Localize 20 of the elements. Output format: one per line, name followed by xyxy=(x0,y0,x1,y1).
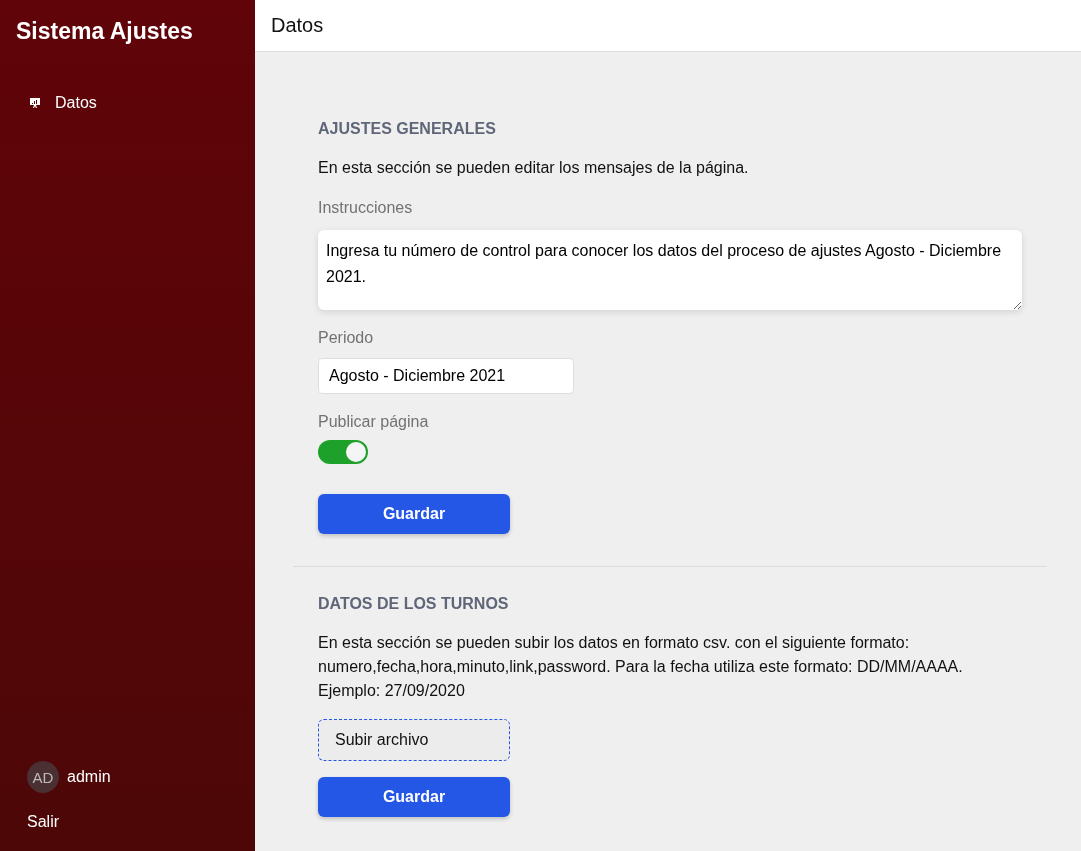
logout-link[interactable]: Salir xyxy=(0,813,255,831)
field-label: Periodo xyxy=(318,328,374,348)
section-description: En esta sección se pueden editar los mensajes de la página. xyxy=(318,158,749,178)
publish-toggle[interactable] xyxy=(318,440,368,464)
field-label: Publicar página xyxy=(318,412,429,432)
upload-button[interactable]: Subir archivo xyxy=(318,719,510,761)
period-field[interactable]: Agosto - Diciembre 2021 xyxy=(318,358,574,394)
section-description: En esta sección se pueden subir los datos en formato csv. con el siguiente formato: numero,fecha,hora,minuto,link,password. Para la fecha utiliza este formato: DD/MM/AAAA. Ejemplo: 27/09/2020 xyxy=(318,633,964,701)
user-name: admin xyxy=(67,768,111,786)
user-avatar: AD xyxy=(27,761,59,793)
app-title: Sistema Ajustes xyxy=(15,17,194,46)
section-heading: DATOS DE LOS TURNOS xyxy=(318,594,509,614)
presentation-icon xyxy=(29,97,41,109)
instructions-field[interactable]: Ingresa tu número de control para conocer los datos del proceso de ajustes Agosto - Diciembre 2021. xyxy=(318,230,1022,310)
save-button[interactable]: Guardar xyxy=(318,777,510,817)
page-title: Datos xyxy=(271,14,324,36)
save-button[interactable]: Guardar xyxy=(318,494,510,534)
section-heading: AJUSTES GENERALES xyxy=(318,119,496,139)
sidebar-item[interactable]: Datos xyxy=(0,92,255,114)
field-label: Instrucciones xyxy=(318,198,413,218)
